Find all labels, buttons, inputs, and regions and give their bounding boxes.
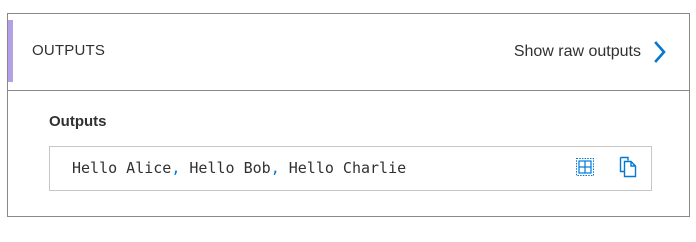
show-raw-outputs-label: Show raw outputs <box>513 43 641 60</box>
output-value-box: Hello Alice, Hello Bob, Hello Charlie <box>49 146 652 191</box>
copy-icon <box>618 156 638 183</box>
output-item: Hello Bob <box>189 159 271 177</box>
outputs-label: Outputs <box>49 113 107 130</box>
outputs-header: OUTPUTS Show raw outputs <box>8 14 689 91</box>
output-value: Hello Alice, Hello Bob, Hello Charlie <box>72 159 406 177</box>
accent-bar <box>8 20 13 82</box>
section-title: OUTPUTS <box>32 42 106 59</box>
output-separator: , <box>171 159 181 177</box>
outputs-panel: OUTPUTS Show raw outputs Outputs Hello A… <box>7 13 690 217</box>
output-item: Hello Charlie <box>288 159 407 177</box>
table-view-icon <box>575 157 595 182</box>
copy-button[interactable] <box>616 156 640 183</box>
show-raw-outputs-link[interactable]: Show raw outputs <box>514 36 669 68</box>
table-view-button[interactable] <box>573 157 597 181</box>
chevron-right-icon <box>651 41 669 63</box>
output-separator: , <box>270 159 280 177</box>
outputs-body: Outputs Hello Alice, Hello Bob, Hello Ch… <box>8 91 689 217</box>
output-item: Hello Alice <box>72 159 172 177</box>
